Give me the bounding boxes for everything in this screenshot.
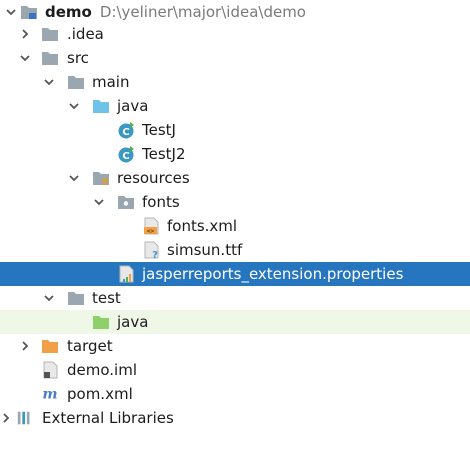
tree-label: TestJ2 bbox=[142, 145, 186, 163]
svg-text:?: ? bbox=[152, 250, 158, 259]
tree-label: target bbox=[67, 337, 113, 355]
svg-text:C: C bbox=[122, 151, 129, 162]
tree-label: fonts bbox=[142, 193, 180, 211]
tree-row-demo[interactable]: demo D:\yeliner\major\idea\demo bbox=[0, 0, 470, 24]
test-source-folder-icon bbox=[92, 313, 110, 331]
folder-icon bbox=[41, 25, 59, 43]
chevron-down-icon[interactable] bbox=[92, 195, 106, 209]
resources-folder-icon bbox=[92, 169, 110, 187]
tree-row-external-libraries[interactable]: External Libraries bbox=[0, 406, 470, 430]
chevron-down-icon[interactable] bbox=[18, 51, 32, 65]
tree-row-properties[interactable]: jasperreports_extension.properties bbox=[0, 262, 470, 286]
tree-row-main[interactable]: main bbox=[0, 70, 470, 94]
tree-row-main-java[interactable]: java bbox=[0, 94, 470, 118]
tree-row-test-java[interactable]: java bbox=[0, 310, 470, 334]
svg-text:C: C bbox=[122, 127, 129, 138]
tree-row-idea[interactable]: .idea bbox=[0, 22, 470, 46]
tree-label: src bbox=[67, 49, 89, 67]
chevron-right-icon[interactable] bbox=[18, 27, 32, 41]
root-path: D:\yeliner\major\idea\demo bbox=[99, 3, 306, 21]
tree-row-test[interactable]: test bbox=[0, 286, 470, 310]
tree-label: demo.iml bbox=[67, 361, 137, 379]
libraries-icon bbox=[16, 409, 34, 427]
svg-text:m: m bbox=[42, 386, 57, 403]
tree-row-resources[interactable]: resources bbox=[0, 166, 470, 190]
properties-file-icon bbox=[117, 265, 135, 283]
iml-file-icon bbox=[41, 361, 59, 379]
folder-icon bbox=[67, 289, 85, 307]
tree-row-testj2[interactable]: C TestJ2 bbox=[0, 142, 470, 166]
root-name: demo bbox=[45, 3, 92, 21]
tree-label: simsun.ttf bbox=[167, 241, 243, 259]
tree-label: jasperreports_extension.properties bbox=[142, 265, 404, 283]
tree-row-simsun[interactable]: ? simsun.ttf bbox=[0, 238, 470, 262]
chevron-right-icon[interactable] bbox=[18, 339, 32, 353]
tree-row-testj[interactable]: C TestJ bbox=[0, 118, 470, 142]
module-folder-icon bbox=[20, 3, 38, 21]
chevron-down-icon[interactable] bbox=[42, 291, 56, 305]
tree-label: resources bbox=[117, 169, 190, 187]
source-folder-icon bbox=[92, 97, 110, 115]
tree-label: pom.xml bbox=[67, 385, 133, 403]
java-class-icon: C bbox=[117, 145, 135, 163]
chevron-down-icon[interactable] bbox=[67, 99, 81, 113]
tree-row-src[interactable]: src bbox=[0, 46, 470, 70]
tree-row-fonts[interactable]: fonts bbox=[0, 190, 470, 214]
folder-icon bbox=[67, 73, 85, 91]
maven-icon: m bbox=[41, 385, 59, 403]
folder-icon bbox=[41, 49, 59, 67]
excluded-folder-icon bbox=[41, 337, 59, 355]
tree-label: test bbox=[92, 289, 121, 307]
chevron-down-icon[interactable] bbox=[42, 75, 56, 89]
tree-label: java bbox=[117, 97, 149, 115]
java-class-icon: C bbox=[117, 121, 135, 139]
tree-row-target[interactable]: target bbox=[0, 334, 470, 358]
tree-row-pom[interactable]: m pom.xml bbox=[0, 382, 470, 406]
tree-label: .idea bbox=[67, 25, 104, 43]
xml-file-icon: <> bbox=[142, 217, 160, 235]
tree-label: main bbox=[92, 73, 130, 91]
tree-label: fonts.xml bbox=[167, 217, 238, 235]
tree-row-fonts-xml[interactable]: <> fonts.xml bbox=[0, 214, 470, 238]
chevron-down-icon[interactable] bbox=[67, 171, 81, 185]
tree-label: java bbox=[117, 313, 149, 331]
tree-row-demo-iml[interactable]: demo.iml bbox=[0, 358, 470, 382]
package-icon bbox=[117, 193, 135, 211]
tree-label: External Libraries bbox=[42, 409, 174, 427]
tree-label: TestJ bbox=[142, 121, 176, 139]
svg-text:<>: <> bbox=[147, 228, 155, 235]
root-label: demo D:\yeliner\major\idea\demo bbox=[45, 0, 306, 24]
unknown-file-icon: ? bbox=[142, 241, 160, 259]
chevron-right-icon[interactable] bbox=[0, 411, 14, 425]
chevron-down-icon[interactable] bbox=[4, 5, 18, 19]
